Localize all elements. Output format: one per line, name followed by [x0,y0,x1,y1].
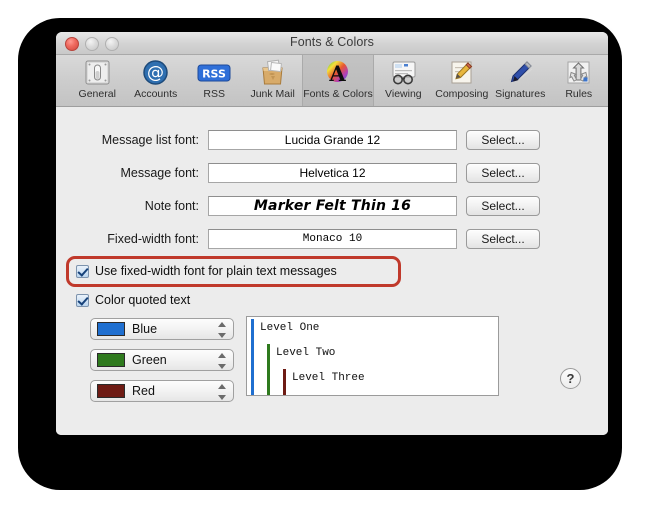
toolbar-item-composing[interactable]: Composing [433,55,491,106]
window-titlebar[interactable]: Fonts & Colors [56,32,608,55]
form-row-fixed-width-font: Fixed-width font: Monaco 10 Select... [56,228,608,250]
svg-text:A: A [329,61,347,86]
rss-badge-icon: RSS [197,58,231,87]
toolbar-item-label: Rules [565,88,593,100]
help-button[interactable]: ? [560,368,581,389]
color-swatch-red [97,384,125,398]
preferences-window: Fonts & Colors General @ Accounts RSS RS… [56,32,608,435]
quote-level-1-color-popup[interactable]: Blue [90,318,234,340]
toolbar-item-label: Signatures [495,88,546,100]
svg-text:@: @ [147,63,164,83]
select-message-list-font-button[interactable]: Select... [466,130,540,150]
stepper-arrows-icon[interactable] [217,353,226,369]
quote-level-3-color-popup[interactable]: Red [90,380,234,402]
color-name-label: Blue [132,322,158,336]
toolbar-item-signatures[interactable]: Signatures [491,55,549,106]
stepper-arrows-icon[interactable] [217,384,226,400]
funnel-arrows-icon [565,58,592,87]
toolbar-item-accounts[interactable]: @ Accounts [126,55,184,106]
pencil-paper-icon [448,58,475,87]
color-wheel-a-icon: A [324,58,351,87]
form-row-message-list-font: Message list font: Lucida Grande 12 Sele… [56,129,608,151]
general-switch-icon [84,58,111,87]
junk-mail-bag-icon [259,58,286,87]
svg-text:RSS: RSS [202,67,226,80]
checkbox-label: Use fixed-width font for plain text mess… [95,264,337,278]
quote-bar-level-3 [283,369,286,395]
at-sign-icon: @ [142,58,169,87]
toolbar-item-label: General [78,88,116,100]
message-font-field[interactable]: Helvetica 12 [208,163,457,183]
fountain-pen-icon [506,58,535,87]
checkbox-color-quoted-text[interactable]: Color quoted text [76,293,190,307]
preview-line-level-three: Level Three [292,372,365,384]
select-message-font-button[interactable]: Select... [466,163,540,183]
form-row-message-font: Message font: Helvetica 12 Select... [56,162,608,184]
quote-color-preview: Level One Level Two Level Three [246,316,499,396]
field-label: Note font: [144,199,199,213]
toolbar-item-fonts-and-colors[interactable]: A Fonts & Colors [301,55,375,106]
checkbox-checked-icon[interactable] [76,293,89,307]
toolbar-item-label: RSS [203,88,225,100]
color-name-label: Red [132,384,155,398]
toolbar-item-rss[interactable]: RSS RSS [185,55,243,106]
color-swatch-green [97,353,125,367]
eyeglasses-icon [389,58,418,87]
quote-level-2-color-popup[interactable]: Green [90,349,234,371]
checkbox-use-fixed-width-font[interactable]: Use fixed-width font for plain text mess… [76,264,337,278]
toolbar-item-label: Viewing [385,88,422,100]
note-font-field[interactable]: Marker Felt Thin 16 [208,196,457,216]
select-fixed-width-font-button[interactable]: Select... [466,229,540,249]
select-note-font-button[interactable]: Select... [466,196,540,216]
stepper-arrows-icon[interactable] [217,322,226,338]
checkbox-label: Color quoted text [95,293,191,307]
toolbar-item-junk-mail[interactable]: Junk Mail [243,55,301,106]
quote-bar-level-2 [267,344,270,395]
toolbar-item-label: Accounts [134,88,178,100]
toolbar-item-rules[interactable]: Rules [550,55,608,106]
checkbox-checked-icon[interactable] [76,264,89,278]
quote-bar-level-1 [251,319,254,395]
preview-line-level-one: Level One [260,322,320,334]
window-title: Fonts & Colors [289,35,375,49]
field-label: Fixed-width font: [107,232,199,246]
toolbar-item-general[interactable]: General [68,55,126,106]
preferences-content: Message list font: Lucida Grande 12 Sele… [56,107,608,435]
field-label: Message list font: [101,133,199,147]
preview-line-level-two: Level Two [276,347,336,359]
color-swatch-blue [97,322,125,336]
toolbar-item-label: Fonts & Colors [303,88,373,100]
preferences-toolbar: General @ Accounts RSS RSS Junk Mail A F… [56,55,608,107]
message-list-font-field[interactable]: Lucida Grande 12 [208,130,457,150]
color-name-label: Green [132,353,167,367]
fixed-width-font-field[interactable]: Monaco 10 [208,229,457,249]
toolbar-item-viewing[interactable]: Viewing [374,55,432,106]
field-label: Message font: [120,166,199,180]
toolbar-item-label: Junk Mail [250,88,295,100]
toolbar-item-label: Composing [435,88,489,100]
form-row-note-font: Note font: Marker Felt Thin 16 Select... [56,195,608,217]
